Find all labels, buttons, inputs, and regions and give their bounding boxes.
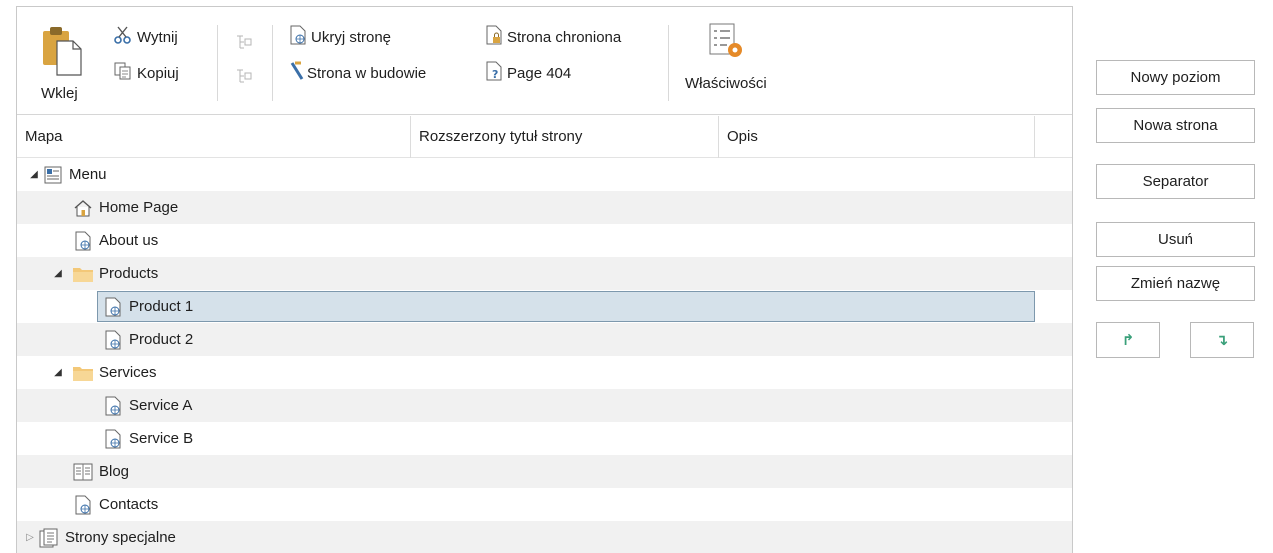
- hide-page-label: Ukryj stronę: [311, 28, 392, 46]
- tree-label: Home Page: [99, 199, 179, 216]
- page-globe-icon: [71, 230, 95, 252]
- home-icon: [71, 197, 95, 219]
- tree-label: Product 2: [129, 331, 194, 348]
- page-globe-icon: [71, 494, 95, 516]
- column-header-description[interactable]: Opis: [719, 116, 1035, 158]
- toolbar-divider: [272, 25, 273, 101]
- page-404-button[interactable]: ? Page 404: [485, 61, 571, 85]
- tree-row-service-a[interactable]: Service A: [17, 389, 1072, 422]
- toolbar: Wklej Wytnij Kopiuj Ukryj stronę Strona …: [17, 7, 1072, 115]
- svg-text:?: ?: [492, 68, 498, 81]
- collapse-arrow-icon[interactable]: ◢: [27, 169, 41, 180]
- cut-button[interactable]: Wytnij: [113, 25, 178, 49]
- tree-label: Service A: [129, 397, 193, 414]
- site-map-panel: Wklej Wytnij Kopiuj Ukryj stronę Strona …: [16, 6, 1073, 553]
- menu-icon: [41, 164, 65, 186]
- site-tree: ◢ Menu Home Page About us ◢ Products Pro…: [17, 158, 1072, 553]
- tree-label: Product 1: [129, 298, 194, 315]
- tree-row-product-1[interactable]: Product 1: [17, 290, 1072, 323]
- paste-button[interactable]: Wklej: [41, 25, 85, 102]
- collapse-arrow-icon[interactable]: ◢: [51, 268, 65, 279]
- tree-row-contacts[interactable]: Contacts: [17, 488, 1072, 521]
- tree-header: Mapa Rozszerzony tytuł strony Opis: [17, 116, 1072, 158]
- lock-page-icon: [485, 25, 503, 49]
- column-header-extended-title[interactable]: Rozszerzony tytuł strony: [411, 116, 719, 158]
- protected-page-label: Strona chroniona: [507, 28, 622, 46]
- new-page-button[interactable]: Nowa strona: [1096, 108, 1255, 143]
- tree-label: Products: [99, 265, 159, 282]
- properties-label: Właściwości: [685, 75, 767, 92]
- tree-row-services[interactable]: ◢ Services: [17, 356, 1072, 389]
- delete-button[interactable]: Usuń: [1096, 222, 1255, 257]
- properties-icon: [706, 21, 746, 65]
- collapse-arrow-icon[interactable]: ◢: [51, 367, 65, 378]
- move-up-button[interactable]: ↱: [1096, 322, 1160, 358]
- properties-button[interactable]: Właściwości: [685, 21, 767, 92]
- tree-label: Services: [99, 364, 157, 381]
- protected-page-button[interactable]: Strona chroniona: [485, 25, 621, 49]
- expand-arrow-icon[interactable]: ▷: [23, 532, 37, 543]
- tree-label: Service B: [129, 430, 194, 447]
- blog-icon: [71, 461, 95, 483]
- tree-row-home[interactable]: Home Page: [17, 191, 1072, 224]
- tree-label: Contacts: [99, 496, 159, 513]
- toolbar-divider: [668, 25, 669, 101]
- under-construction-label: Strona w budowie: [307, 64, 427, 82]
- toolbar-divider: [217, 25, 218, 101]
- tree-row-service-b[interactable]: Service B: [17, 422, 1072, 455]
- tree-row-product-2[interactable]: Product 2: [17, 323, 1072, 356]
- cut-label: Wytnij: [137, 28, 178, 46]
- move-up-icon: ↱: [1121, 332, 1135, 349]
- copy-label: Kopiuj: [137, 64, 179, 82]
- rename-button[interactable]: Zmień nazwę: [1096, 266, 1255, 301]
- tree-row-special-pages[interactable]: ▷ Strony specjalne: [17, 521, 1072, 553]
- outdent-icon[interactable]: [235, 67, 253, 85]
- folder-icon: [71, 362, 95, 384]
- column-header-map[interactable]: Mapa: [17, 116, 411, 158]
- copy-icon: [113, 61, 133, 85]
- scissors-icon: [113, 25, 133, 49]
- page-404-label: Page 404: [507, 64, 572, 82]
- page-globe-icon: [101, 428, 125, 450]
- tree-row-products[interactable]: ◢ Products: [17, 257, 1072, 290]
- page-globe-icon: [101, 296, 125, 318]
- separator-button[interactable]: Separator: [1096, 164, 1255, 199]
- question-page-icon: ?: [485, 61, 503, 85]
- new-level-button[interactable]: Nowy poziom: [1096, 60, 1255, 95]
- tree-row-menu[interactable]: ◢ Menu: [17, 158, 1072, 191]
- tree-label: Strony specjalne: [65, 529, 176, 546]
- tree-label: Blog: [99, 463, 130, 480]
- construction-icon: [289, 61, 305, 85]
- move-down-button[interactable]: ↴: [1190, 322, 1254, 358]
- hide-page-button[interactable]: Ukryj stronę: [289, 25, 391, 49]
- selection-highlight: [97, 291, 1035, 322]
- paste-label: Wklej: [41, 85, 78, 102]
- move-down-icon: ↴: [1215, 332, 1229, 349]
- tree-row-about[interactable]: About us: [17, 224, 1072, 257]
- page-globe-icon: [101, 395, 125, 417]
- under-construction-button[interactable]: Strona w budowie: [289, 61, 426, 85]
- tree-row-blog[interactable]: Blog: [17, 455, 1072, 488]
- copy-button[interactable]: Kopiuj: [113, 61, 179, 85]
- special-pages-icon: [37, 527, 61, 549]
- indent-icon[interactable]: [235, 33, 253, 51]
- folder-icon: [71, 263, 95, 285]
- page-globe-icon: [289, 25, 307, 49]
- clipboard-icon: [41, 25, 85, 81]
- tree-label: About us: [99, 232, 159, 249]
- tree-label: Menu: [69, 166, 107, 183]
- page-globe-icon: [101, 329, 125, 351]
